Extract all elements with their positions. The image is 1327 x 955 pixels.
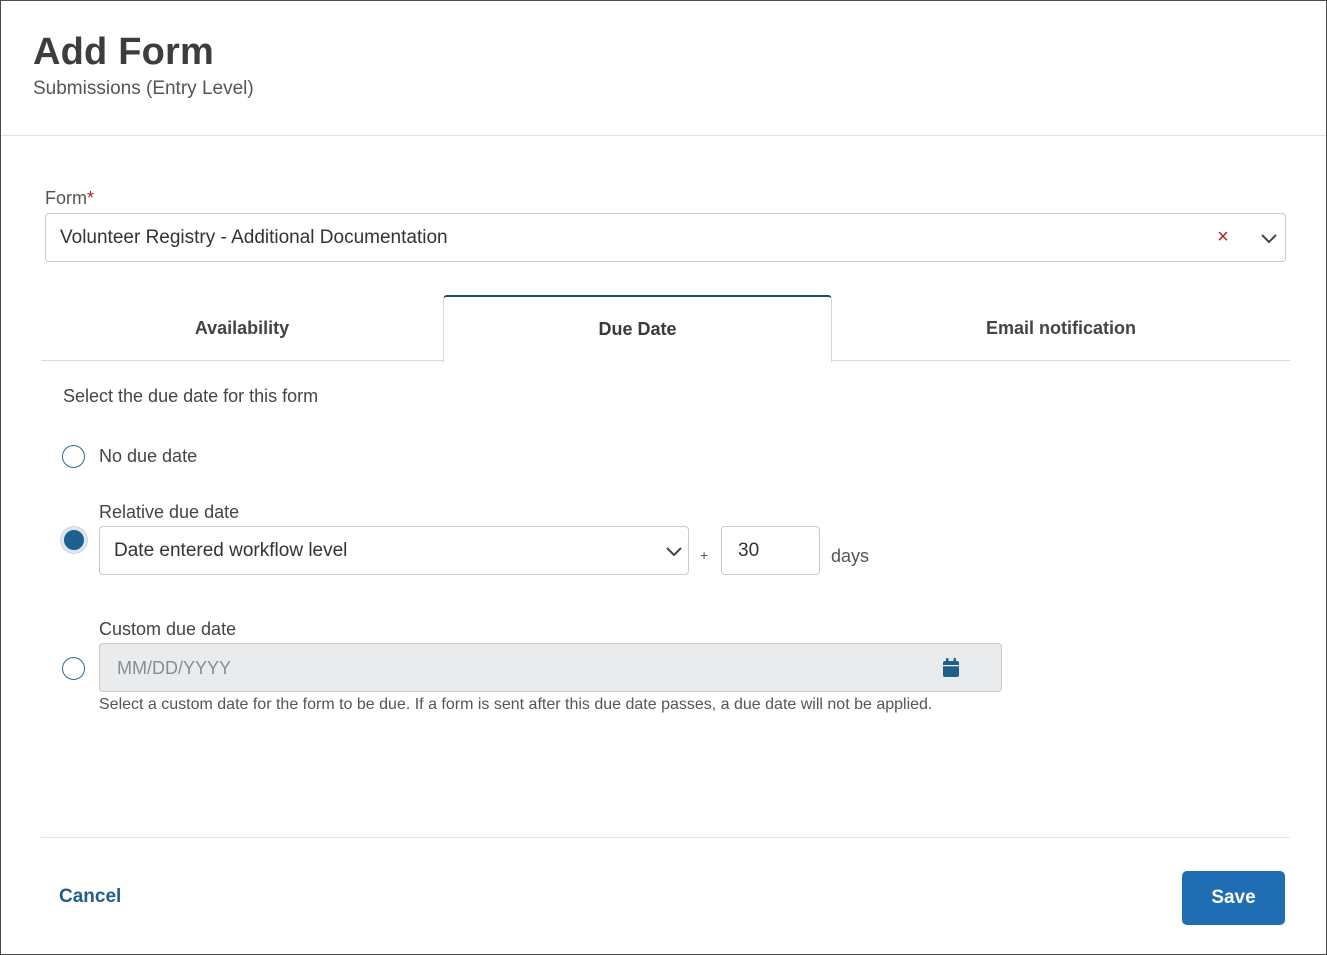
- custom-date-input[interactable]: MM/DD/YYYY: [99, 643, 1002, 692]
- tab-email-notification[interactable]: Email notification: [832, 295, 1290, 361]
- relative-date-select[interactable]: Date entered workflow level: [99, 526, 689, 575]
- form-field-label: Form*: [45, 188, 94, 209]
- due-date-instructions: Select the due date for this form: [63, 386, 319, 406]
- tab-bar: Availability Due Date Email notification: [41, 295, 1290, 362]
- page-title: Add Form: [33, 31, 215, 73]
- add-form-dialog: Add Form Submissions (Entry Level) Form*…: [0, 0, 1327, 955]
- form-label-text: Form: [45, 188, 87, 208]
- calendar-icon[interactable]: [941, 657, 961, 679]
- no-due-date-label[interactable]: No due date: [99, 446, 197, 467]
- tab-availability[interactable]: Availability: [41, 295, 443, 361]
- custom-date-placeholder: MM/DD/YYYY: [117, 658, 232, 678]
- days-label: days: [831, 546, 870, 566]
- relative-date-select-value: Date entered workflow level: [114, 540, 348, 561]
- footer-divider: [41, 837, 1290, 838]
- plus-sign: +: [700, 547, 709, 563]
- form-select[interactable]: Volunteer Registry - Additional Document…: [45, 213, 1286, 262]
- no-due-date-radio[interactable]: [62, 445, 85, 468]
- dialog-header: Add Form Submissions (Entry Level): [1, 1, 1326, 136]
- relative-due-date-label: Relative due date: [99, 502, 240, 522]
- chevron-down-icon: [666, 547, 682, 557]
- custom-due-date-radio[interactable]: [62, 657, 85, 680]
- custom-due-date-label: Custom due date: [99, 619, 237, 639]
- chevron-down-icon[interactable]: [1259, 228, 1279, 248]
- close-icon[interactable]: ×: [1212, 224, 1234, 250]
- tab-due-date[interactable]: Due Date: [443, 295, 832, 362]
- cancel-button[interactable]: Cancel: [59, 886, 121, 908]
- required-marker: *: [87, 188, 95, 208]
- save-button[interactable]: Save: [1182, 871, 1285, 925]
- form-select-value: Volunteer Registry - Additional Document…: [60, 227, 448, 248]
- days-input[interactable]: [721, 526, 820, 575]
- page-subtitle: Submissions (Entry Level): [33, 78, 254, 99]
- custom-date-help-text: Select a custom date for the form to be …: [99, 696, 933, 713]
- relative-due-date-radio[interactable]: [61, 527, 87, 553]
